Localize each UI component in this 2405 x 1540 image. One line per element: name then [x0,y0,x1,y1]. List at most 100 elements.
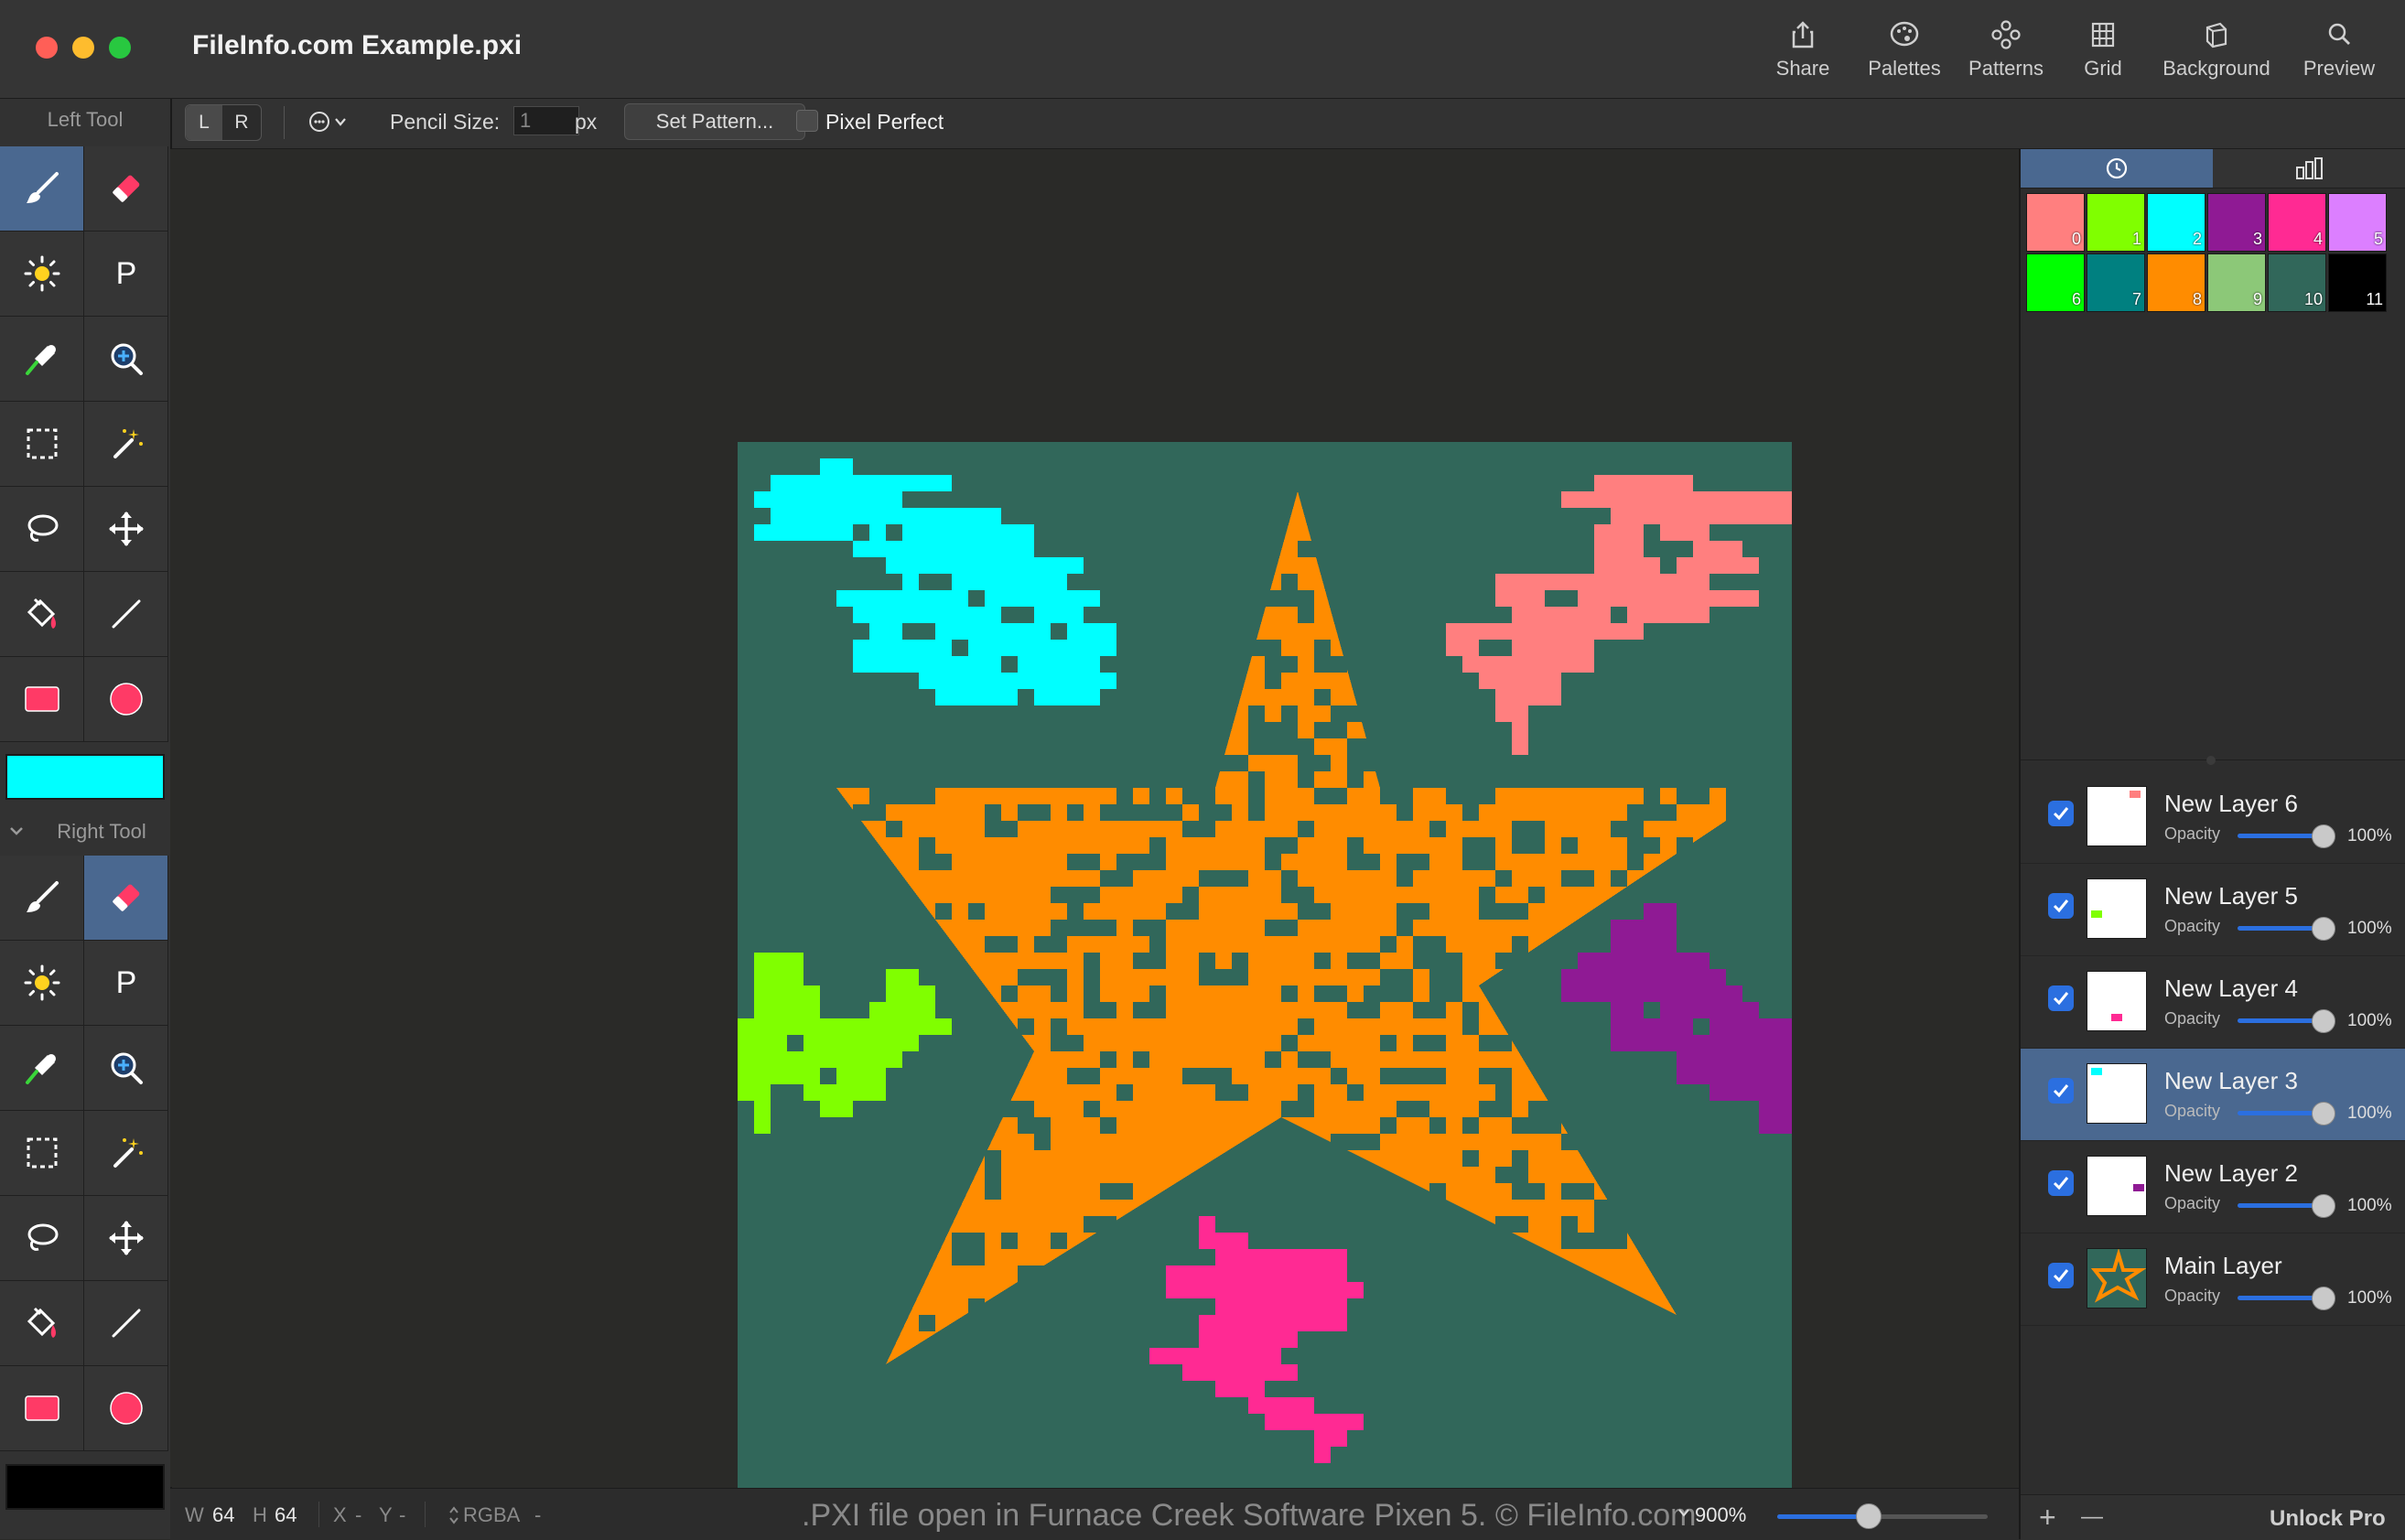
right-button[interactable]: R [223,105,260,140]
palette-swatch[interactable]: 10 [2268,253,2326,312]
close-window-button[interactable] [36,37,58,59]
palette-swatch[interactable]: 6 [2026,253,2085,312]
tool-lasso[interactable] [0,487,84,572]
zoom-slider[interactable] [1777,1514,1988,1519]
rtool-line[interactable] [84,1281,168,1366]
tool-eyedropper[interactable] [0,317,84,402]
zoom-window-button[interactable] [109,37,131,59]
tool-line[interactable] [84,572,168,657]
palette-swatch[interactable]: 9 [2207,253,2266,312]
palette-swatch[interactable]: 3 [2207,193,2266,252]
palette-icon [1890,21,1919,47]
unlock-pro-button[interactable]: Unlock Pro [2270,1506,2386,1532]
palette-swatch[interactable]: 4 [2268,193,2326,252]
palette-swatch[interactable]: 7 [2087,253,2145,312]
pixel-art-canvas[interactable] [738,442,1792,1496]
rtool-eyedropper[interactable] [0,1026,84,1111]
opacity-value: 100% [2347,1104,2392,1123]
opacity-slider[interactable] [2238,834,2320,838]
opacity-slider[interactable] [2238,1203,2320,1208]
palette-swatch[interactable]: 8 [2147,253,2205,312]
remove-layer-button[interactable]: — [2081,1504,2103,1530]
panel-divider[interactable] [2021,756,2405,770]
rtool-brush[interactable] [0,856,84,941]
y-value: - [399,1503,406,1526]
add-layer-button[interactable]: + [2039,1501,2056,1535]
palettes-button[interactable]: Palettes [1854,20,1955,93]
layer-row[interactable]: New Layer 6 Opacity 100% [2021,771,2405,864]
palette-swatch[interactable]: 2 [2147,193,2205,252]
rtool-ellipse[interactable] [84,1366,168,1451]
background-button[interactable]: Background [2154,20,2279,93]
palette-swatch[interactable]: 5 [2328,193,2387,252]
opacity-slider-knob[interactable] [2312,824,2335,848]
layer-row[interactable]: New Layer 5 Opacity 100% [2021,864,2405,956]
rtool-fill[interactable] [0,1281,84,1366]
rtool-pattern[interactable]: P [84,941,168,1026]
tool-pattern[interactable]: P [84,232,168,317]
tool-lighten[interactable] [0,232,84,317]
tool-ellipse[interactable] [84,657,168,742]
tool-eraser[interactable] [84,146,168,232]
palette-swatch[interactable]: 0 [2026,193,2085,252]
opacity-slider-knob[interactable] [2312,1009,2335,1033]
layer-visibility-checkbox[interactable] [2048,1170,2074,1196]
tool-fill[interactable] [0,572,84,657]
rtool-lighten[interactable] [0,941,84,1026]
layer-visibility-checkbox[interactable] [2048,893,2074,919]
left-tool-label: Left Tool [47,108,124,131]
palette-swatch[interactable]: 11 [2328,253,2387,312]
swatch-number: 5 [2373,230,2383,248]
opacity-slider[interactable] [2238,1111,2320,1115]
palette-swatch[interactable]: 1 [2087,193,2145,252]
grid-button[interactable]: Grid [2066,20,2140,93]
rtool-rectangle[interactable] [0,1366,84,1451]
tool-move[interactable] [84,487,168,572]
rtool-move[interactable] [84,1196,168,1281]
tool-zoom[interactable] [84,317,168,402]
opacity-slider-knob[interactable] [2312,1102,2335,1125]
layer-row[interactable]: New Layer 2 Opacity 100% [2021,1141,2405,1233]
left-color-swatch[interactable] [5,754,165,800]
color-mode-stepper[interactable] [448,1505,459,1530]
zoom-slider-knob[interactable] [1855,1503,1882,1529]
layer-row[interactable]: New Layer 4 Opacity 100% [2021,956,2405,1049]
set-pattern-button[interactable]: Set Pattern... [624,103,805,140]
opacity-slider-knob[interactable] [2312,917,2335,941]
tool-marquee[interactable] [0,402,84,487]
tool-magic-wand[interactable] [84,402,168,487]
tool-brush[interactable] [0,146,84,232]
rtool-magic-wand[interactable] [84,1111,168,1196]
left-button[interactable]: L [186,105,222,140]
canvas-area[interactable] [170,149,2019,1496]
opacity-slider[interactable] [2238,926,2320,931]
opacity-label: Opacity [2164,917,2221,935]
pencil-size-input[interactable]: 1 [513,106,579,135]
opacity-slider-knob[interactable] [2312,1287,2335,1310]
tool-rectangle[interactable] [0,657,84,742]
zoom-dropdown[interactable] [1677,1505,1691,1524]
layer-visibility-checkbox[interactable] [2048,985,2074,1011]
rtool-lasso[interactable] [0,1196,84,1281]
layer-visibility-checkbox[interactable] [2048,801,2074,826]
opacity-slider[interactable] [2238,1296,2320,1300]
tab-color-usage[interactable] [2214,149,2405,188]
opacity-value: 100% [2347,1011,2392,1030]
preview-button[interactable]: Preview [2295,20,2383,93]
opacity-slider[interactable] [2238,1018,2320,1023]
patterns-button[interactable]: Patterns [1960,20,2052,93]
layer-row[interactable]: New Layer 3 Opacity 100% [2021,1049,2405,1141]
pixel-perfect-checkbox[interactable] [796,110,818,132]
rtool-zoom[interactable] [84,1026,168,1111]
share-button[interactable]: Share [1766,20,1839,93]
right-color-swatch[interactable] [5,1464,165,1510]
layer-row[interactable]: Main Layer Opacity 100% [2021,1233,2405,1326]
opacity-slider-knob[interactable] [2312,1194,2335,1218]
tab-recent-colors[interactable] [2021,149,2213,188]
brush-shape-dropdown[interactable] [306,108,351,135]
rtool-eraser[interactable] [84,856,168,941]
rtool-marquee[interactable] [0,1111,84,1196]
layer-visibility-checkbox[interactable] [2048,1078,2074,1104]
minimize-window-button[interactable] [72,37,94,59]
layer-visibility-checkbox[interactable] [2048,1263,2074,1288]
